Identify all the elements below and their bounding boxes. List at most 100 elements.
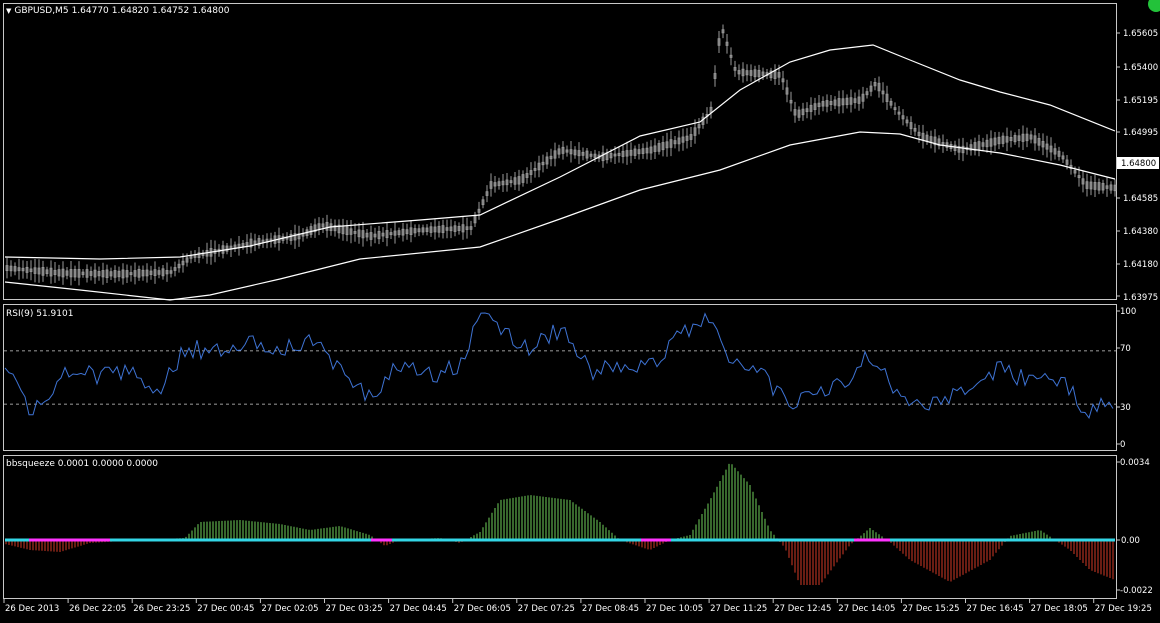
squeeze-dot	[1034, 538, 1037, 542]
price-candle	[873, 78, 877, 91]
price-candle	[605, 148, 609, 164]
squeeze-dot	[404, 538, 407, 542]
squeeze-dot	[686, 538, 689, 542]
squeeze-dot	[359, 538, 362, 542]
squeeze-dot	[1001, 538, 1004, 542]
bbsqueeze-tick: 0.00	[1121, 536, 1140, 546]
time-label: 27 Dec 04:45	[390, 604, 447, 614]
price-candle	[729, 47, 733, 66]
squeeze-dot	[224, 538, 227, 542]
time-label: 27 Dec 10:05	[646, 604, 703, 614]
price-candle	[681, 128, 685, 151]
squeeze-dot	[311, 538, 314, 542]
price-candle	[865, 87, 869, 99]
price-candle	[1089, 175, 1093, 196]
price-candle	[745, 64, 749, 82]
squeeze-dot	[578, 538, 581, 542]
squeeze-dot	[764, 538, 767, 542]
rsi-levels-layer	[4, 350, 1116, 405]
squeeze-dot	[866, 538, 869, 542]
terminal-chart-window: 1.65605 1.65400 1.65195 1.64995 1.64585 …	[0, 0, 1160, 619]
price-candle	[453, 221, 457, 237]
price-candle	[1109, 181, 1113, 194]
squeeze-dot	[1004, 538, 1007, 542]
squeeze-dot	[842, 538, 845, 542]
price-candle	[509, 176, 513, 188]
squeeze-dot	[254, 538, 257, 542]
squeeze-dot	[671, 538, 674, 542]
squeeze-dot	[581, 538, 584, 542]
squeeze-dot	[518, 538, 521, 542]
squeeze-dot	[347, 538, 350, 542]
time-label: 26 Dec 23:25	[133, 604, 190, 614]
price-candle	[829, 95, 833, 111]
price-candle	[229, 238, 233, 257]
squeeze-dot	[656, 538, 659, 542]
squeeze-dot	[1007, 538, 1010, 542]
time-label: 27 Dec 03:25	[326, 604, 383, 614]
rsi-panel[interactable]	[3, 304, 1117, 451]
price-candle	[389, 228, 393, 239]
squeeze-dot	[647, 538, 650, 542]
squeeze-dot	[353, 538, 356, 542]
chart-canvas[interactable]: 1.65605 1.65400 1.65195 1.64995 1.64585 …	[0, 0, 1160, 619]
price-candle	[769, 67, 773, 81]
price-candle	[817, 94, 821, 115]
squeeze-dot	[416, 538, 419, 542]
price-candle	[481, 196, 485, 209]
squeeze-dot	[341, 538, 344, 542]
squeeze-dot	[785, 538, 788, 542]
price-candle	[117, 266, 121, 282]
price-candle	[249, 232, 253, 254]
squeeze-dot	[830, 538, 833, 542]
squeeze-dot	[449, 538, 452, 542]
squeeze-dot	[623, 538, 626, 542]
squeeze-dot	[608, 538, 611, 542]
time-label: 27 Dec 00:45	[197, 604, 254, 614]
price-candle	[349, 219, 353, 244]
price-candle	[717, 31, 721, 53]
squeeze-dot	[227, 538, 230, 542]
squeeze-dot	[434, 538, 437, 542]
price-candle	[633, 145, 637, 159]
price-candle	[1053, 143, 1057, 160]
squeeze-dot	[1013, 538, 1016, 542]
squeeze-dot	[692, 538, 695, 542]
squeeze-dot	[173, 538, 176, 542]
price-tick: 1.64995	[1123, 128, 1158, 138]
price-candle	[425, 224, 429, 236]
squeeze-dot	[710, 538, 713, 542]
squeeze-dot	[920, 538, 923, 542]
price-candle	[477, 201, 481, 220]
price-candle	[145, 263, 149, 283]
price-candle	[125, 264, 129, 283]
squeeze-dot	[1100, 538, 1103, 542]
squeeze-dot	[989, 538, 992, 542]
price-candle	[877, 76, 881, 98]
price-candle	[97, 266, 101, 281]
bbsqueeze-panel[interactable]	[3, 455, 1117, 599]
squeeze-dot	[485, 538, 488, 542]
price-candle	[421, 224, 425, 236]
price-candle	[157, 266, 161, 279]
squeeze-dot	[695, 538, 698, 542]
squeeze-dot	[38, 538, 41, 542]
price-candle	[501, 174, 505, 192]
squeeze-dot	[770, 538, 773, 542]
squeeze-dot	[338, 538, 341, 542]
squeeze-dot	[89, 538, 92, 542]
price-candle	[289, 230, 293, 245]
squeeze-dot	[704, 538, 707, 542]
squeeze-dot	[827, 538, 830, 542]
price-candle	[849, 89, 853, 113]
price-candle	[917, 125, 921, 143]
squeeze-dot	[896, 538, 899, 542]
price-candle	[941, 134, 945, 153]
squeeze-dot	[17, 538, 20, 542]
chart-menu-triangle-icon[interactable]: ▼	[6, 7, 11, 15]
price-candle	[333, 219, 337, 237]
squeeze-dot	[632, 538, 635, 542]
price-candle	[977, 134, 981, 157]
price-candle	[341, 218, 345, 241]
price-candle	[661, 135, 665, 157]
